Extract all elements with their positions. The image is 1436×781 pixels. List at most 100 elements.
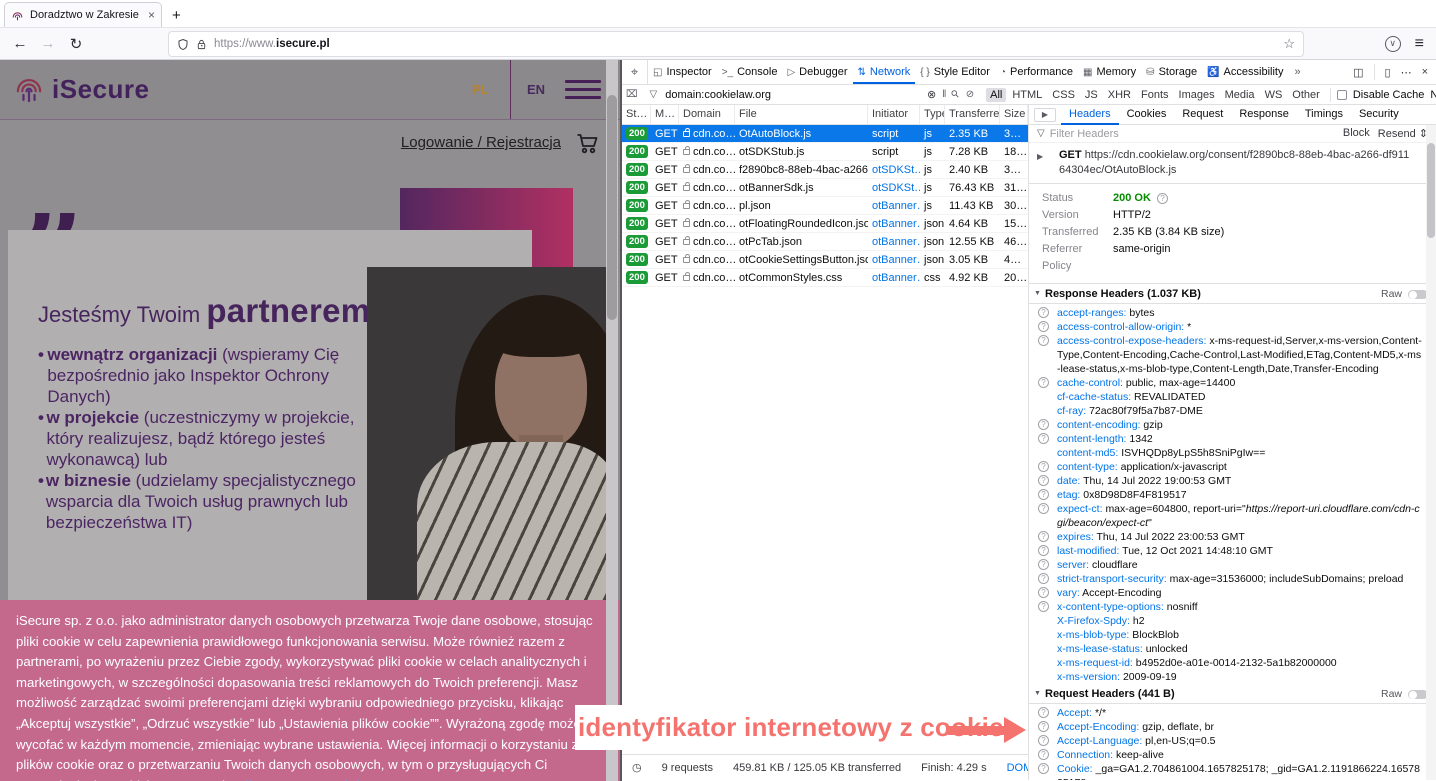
block-request-icon[interactable]: ⊘: [966, 89, 974, 100]
filter-chip-ws[interactable]: WS: [1261, 88, 1287, 102]
filter-chip-css[interactable]: CSS: [1048, 88, 1079, 102]
filter-query-input[interactable]: domain:cookielaw.org: [665, 89, 771, 101]
initiator-link[interactable]: otBanner…: [872, 254, 920, 266]
disable-cache-checkbox[interactable]: [1337, 90, 1347, 100]
throttling-select[interactable]: No Throttling ⇕: [1430, 88, 1436, 101]
help-icon[interactable]: ?: [1038, 601, 1049, 612]
browser-tab[interactable]: Doradztwo w Zakresie Ochrony Dany ×: [4, 2, 162, 27]
help-icon[interactable]: ?: [1038, 377, 1049, 388]
resend-button[interactable]: Resend ⇕: [1378, 127, 1428, 140]
header-row[interactable]: ?strict-transport-security: max-age=3153…: [1029, 572, 1436, 586]
devtools-menu-icon[interactable]: ⋯: [1401, 66, 1412, 79]
help-icon[interactable]: ?: [1038, 559, 1049, 570]
header-row[interactable]: ?etag: 0x8D98D8F4F819517: [1029, 488, 1436, 502]
devtools-tab-inspector[interactable]: ◱Inspector: [648, 60, 717, 84]
help-icon[interactable]: ?: [1038, 461, 1049, 472]
initiator-link[interactable]: otSDKSt…: [872, 182, 920, 194]
header-row[interactable]: cf-cache-status: REVALIDATED: [1029, 390, 1436, 404]
column-header-domain[interactable]: Domain: [679, 105, 735, 124]
header-row[interactable]: ?access-control-allow-origin: *: [1029, 320, 1436, 334]
header-row[interactable]: ?x-content-type-options: nosniff: [1029, 600, 1436, 614]
responsive-mode-icon[interactable]: ▯: [1385, 66, 1391, 79]
devtools-tab-debugger[interactable]: ▷Debugger: [782, 60, 852, 84]
back-icon[interactable]: ←: [6, 35, 34, 52]
search-icon[interactable]: ⚲: [950, 88, 963, 101]
header-row[interactable]: ?Connection: keep-alive: [1029, 748, 1436, 762]
network-request-row[interactable]: 200GETcdn.co…OtAutoBlock.jsscriptjs2.35 …: [622, 125, 1028, 143]
new-tab-button[interactable]: +: [172, 7, 181, 27]
header-row[interactable]: ?server: cloudflare: [1029, 558, 1436, 572]
expand-triangle-icon[interactable]: ▶: [1037, 149, 1043, 164]
help-icon[interactable]: ?: [1038, 503, 1049, 514]
details-tab-timings[interactable]: Timings: [1297, 105, 1351, 125]
disable-cache-label[interactable]: Disable Cache: [1353, 89, 1425, 101]
filter-chip-html[interactable]: HTML: [1008, 88, 1046, 102]
devtools-tab-storage[interactable]: ⛁Storage: [1141, 60, 1202, 84]
header-row[interactable]: ?access-control-expose-headers: x-ms-req…: [1029, 334, 1436, 376]
devtools-tab-console[interactable]: >_Console: [717, 60, 783, 84]
column-header-initiator[interactable]: Initiator: [868, 105, 920, 124]
help-icon[interactable]: ?: [1038, 531, 1049, 542]
help-icon[interactable]: ?: [1038, 721, 1049, 732]
help-icon[interactable]: ?: [1038, 307, 1049, 318]
details-tab-cookies[interactable]: Cookies: [1119, 105, 1175, 125]
column-header-m[interactable]: M…: [651, 105, 679, 124]
shield-icon[interactable]: [177, 38, 189, 51]
devtools-tab-performance[interactable]: ◔Performance: [995, 60, 1078, 84]
more-tabs-chevron-icon[interactable]: »: [1288, 60, 1306, 84]
header-row[interactable]: ?expires: Thu, 14 Jul 2022 23:00:53 GMT: [1029, 530, 1436, 544]
devtools-tab-network[interactable]: ⇅Network: [853, 60, 916, 84]
help-icon[interactable]: ?: [1038, 545, 1049, 556]
filter-chip-all[interactable]: All: [986, 88, 1006, 102]
header-row[interactable]: cf-ray: 72ac80f79f5a7b87-DME: [1029, 404, 1436, 418]
language-en-button[interactable]: EN: [527, 82, 545, 97]
start-analysis-icon[interactable]: ▶: [1034, 108, 1056, 122]
devtools-tab-style-editor[interactable]: { }Style Editor: [915, 60, 995, 84]
details-tab-security[interactable]: Security: [1351, 105, 1407, 125]
page-scrollbar[interactable]: [606, 60, 618, 781]
raw-toggle[interactable]: [1408, 690, 1428, 699]
forward-icon[interactable]: →: [34, 35, 62, 52]
login-register-link[interactable]: Logowanie / Rejestracja: [401, 134, 561, 151]
tab-close-icon[interactable]: ×: [148, 8, 155, 22]
lock-icon[interactable]: [196, 38, 207, 51]
help-icon[interactable]: ?: [1038, 335, 1049, 346]
app-menu-icon[interactable]: ≡: [1415, 35, 1424, 53]
header-row[interactable]: ?cache-control: public, max-age=14400: [1029, 376, 1436, 390]
header-row[interactable]: ?Accept: */*: [1029, 706, 1436, 720]
clear-filter-icon[interactable]: ⊗: [927, 88, 936, 101]
network-request-row[interactable]: 200GETcdn.co…pl.jsonotBanner…js11.43 KB3…: [622, 197, 1028, 215]
filter-chip-xhr[interactable]: XHR: [1104, 88, 1135, 102]
site-logo[interactable]: iSecure: [14, 74, 149, 106]
header-row[interactable]: ?expect-ct: max-age=604800, report-uri="…: [1029, 502, 1436, 530]
pocket-icon[interactable]: ∨: [1385, 36, 1401, 52]
help-icon[interactable]: ?: [1038, 433, 1049, 444]
header-row[interactable]: ?Accept-Language: pl,en-US;q=0.5: [1029, 734, 1436, 748]
header-row[interactable]: X-Firefox-Spdy: h2: [1029, 614, 1436, 628]
network-request-row[interactable]: 200GETcdn.co…otSDKStub.jsscriptjs7.28 KB…: [622, 143, 1028, 161]
request-headers-section[interactable]: ▼ Request Headers (441 B) Raw: [1029, 684, 1436, 704]
header-row[interactable]: x-ms-request-id: b4952d0e-a01e-0014-2132…: [1029, 656, 1436, 670]
header-row[interactable]: ?accept-ranges: bytes: [1029, 306, 1436, 320]
help-icon[interactable]: ?: [1038, 763, 1049, 774]
header-row[interactable]: ?Cookie: _ga=GA1.2.704861004.1657825178;…: [1029, 762, 1436, 780]
help-icon[interactable]: ?: [1038, 707, 1049, 718]
help-icon[interactable]: ?: [1038, 573, 1049, 584]
block-button[interactable]: Block: [1343, 127, 1370, 140]
initiator-link[interactable]: otSDKSt…: [872, 164, 920, 176]
help-icon[interactable]: ?: [1038, 735, 1049, 746]
column-header-file[interactable]: File: [735, 105, 868, 124]
reload-icon[interactable]: ↻: [62, 35, 90, 53]
network-request-row[interactable]: 200GETcdn.co…otCommonStyles.cssotBanner……: [622, 269, 1028, 287]
help-icon[interactable]: ?: [1038, 489, 1049, 500]
filter-chip-fonts[interactable]: Fonts: [1137, 88, 1173, 102]
network-request-row[interactable]: 200GETcdn.co…f2890bc8-88eb-4bac-a266-df9…: [622, 161, 1028, 179]
header-row[interactable]: x-ms-lease-status: unlocked: [1029, 642, 1436, 656]
response-headers-section[interactable]: ▼ Response Headers (1.037 KB) Raw: [1029, 284, 1436, 304]
help-icon[interactable]: ?: [1038, 587, 1049, 598]
network-request-row[interactable]: 200GETcdn.co…otFloatingRoundedIcon.jsono…: [622, 215, 1028, 233]
split-console-icon[interactable]: ◫: [1353, 66, 1363, 79]
header-row[interactable]: ?content-encoding: gzip: [1029, 418, 1436, 432]
help-icon[interactable]: ?: [1038, 321, 1049, 332]
filter-chip-other[interactable]: Other: [1288, 88, 1324, 102]
